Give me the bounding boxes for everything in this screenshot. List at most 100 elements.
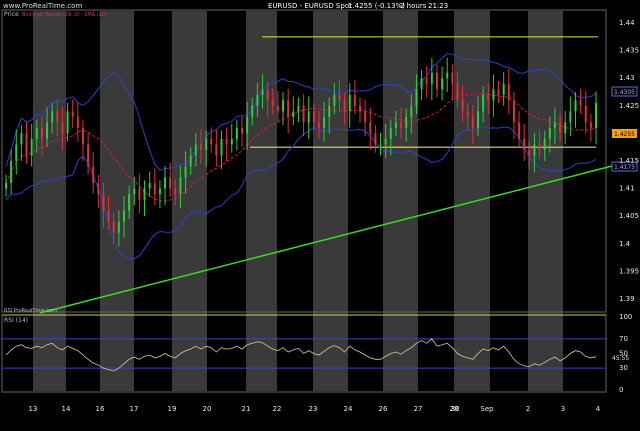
candle-body [595, 103, 597, 128]
candle-body [343, 100, 346, 112]
x-tick-label: 22 [273, 405, 282, 413]
candle-body [461, 100, 464, 112]
candle-body [512, 100, 515, 123]
x-tick-label: 3 [561, 405, 565, 413]
session-stripe [383, 11, 418, 391]
x-tick-label: 19 [168, 405, 177, 413]
indicator-legend: Bollinger Bands (20, 2) · SMA (20) [22, 12, 107, 18]
x-tick-label: 14 [62, 405, 71, 413]
candle-body [312, 111, 315, 123]
candle-body [456, 83, 459, 101]
candle-body [410, 105, 413, 117]
candle-body [35, 127, 38, 139]
candle-body [394, 122, 397, 128]
candle-body [307, 111, 310, 123]
candle-body [553, 122, 556, 128]
y-tick-label: 1.425 [619, 102, 639, 110]
candle-body [143, 188, 146, 200]
candle-body [471, 116, 474, 128]
candle-body [128, 194, 131, 211]
candle-body [220, 138, 223, 156]
clock-time: 21:23 [428, 2, 448, 10]
candle-body [25, 133, 28, 156]
candle-body [138, 188, 141, 200]
candle-body [528, 149, 531, 156]
candle-body [205, 138, 208, 150]
upper-band [5, 53, 597, 171]
instrument-title: EURUSD - EURUSD Spot [268, 2, 352, 10]
candle-body [179, 177, 182, 195]
candle-body [328, 105, 331, 117]
candle-body [153, 183, 156, 195]
candle-body [51, 111, 54, 123]
candle-body [189, 155, 192, 167]
candle-body [271, 100, 274, 106]
candle-body [579, 100, 582, 106]
x-tick-label: 20 [203, 405, 212, 413]
candle-body [353, 94, 356, 106]
candle-body [589, 122, 592, 128]
candle-body [384, 138, 387, 145]
candle-body [256, 94, 259, 106]
candle-body [184, 166, 187, 178]
rsi-tick-label: 70 [619, 335, 628, 343]
candle-body [10, 161, 13, 184]
chart-window: 1.441.4351.431.4251.421.4151.411.4051.41… [0, 0, 640, 427]
candle-body [225, 138, 228, 145]
candle-body [174, 188, 177, 195]
candle-body [389, 127, 392, 139]
candle-body [533, 144, 536, 156]
price-panel-legend: Price Bollinger Bands (20, 2) · SMA (20) [4, 11, 107, 18]
candle-body [215, 144, 218, 156]
candle-body [56, 111, 59, 123]
x-tick-label: 4 [596, 405, 601, 413]
rsi-tick-label: 100 [619, 313, 632, 321]
candle-body [117, 221, 120, 233]
rsi-panel-label: RSI (14) [4, 317, 28, 324]
candle-body [323, 116, 326, 128]
lower-band-marker-label: 1.4175 [614, 164, 635, 171]
candle-body [338, 94, 341, 101]
background-stripes [33, 11, 563, 391]
candle-body [235, 127, 238, 139]
candle-body [302, 105, 305, 123]
candle-body [518, 122, 521, 139]
candle-body [564, 122, 567, 134]
candle-body [282, 100, 285, 112]
y-tick-label: 1.41 [619, 185, 635, 193]
x-tick-label: 24 [344, 405, 353, 413]
candle-body [507, 83, 510, 101]
candle-body [15, 144, 18, 161]
candle-body [502, 83, 505, 95]
candle-body [97, 183, 100, 195]
candlesticks [5, 57, 597, 247]
candle-body [169, 177, 172, 189]
price-panel-border [1, 9, 607, 313]
rsi-tick-label: 0 [619, 386, 623, 394]
candle-body [40, 127, 43, 139]
candle-body [538, 144, 541, 150]
x-tick-label: 13 [29, 405, 38, 413]
logo-text[interactable]: www.ProRealTime.com [3, 2, 82, 10]
session-stripe [528, 11, 563, 391]
candle-body [359, 105, 361, 112]
y-tick-label: 1.43 [619, 74, 635, 82]
candle-body [61, 122, 64, 134]
candle-body [71, 111, 74, 117]
timeframe-label[interactable]: 2 hours [400, 2, 427, 10]
session-stripe [313, 11, 348, 391]
candle-body [492, 89, 495, 101]
chart-svg: 1.441.4351.431.4251.421.4151.411.4051.41… [1, 2, 639, 413]
candle-body [574, 100, 577, 112]
candle-body [241, 127, 243, 134]
candle-body [287, 100, 290, 117]
candle-body [405, 116, 408, 128]
y-axis-labels: 1.441.4351.431.4251.421.4151.411.4051.41… [619, 19, 639, 303]
candle-body [261, 89, 264, 95]
rsi-tick-label: 30 [619, 364, 628, 372]
candle-body [430, 72, 433, 84]
candle-body [5, 183, 7, 189]
candle-body [451, 72, 454, 84]
candle-body [348, 94, 351, 112]
y-tick-label: 1.44 [619, 19, 635, 27]
